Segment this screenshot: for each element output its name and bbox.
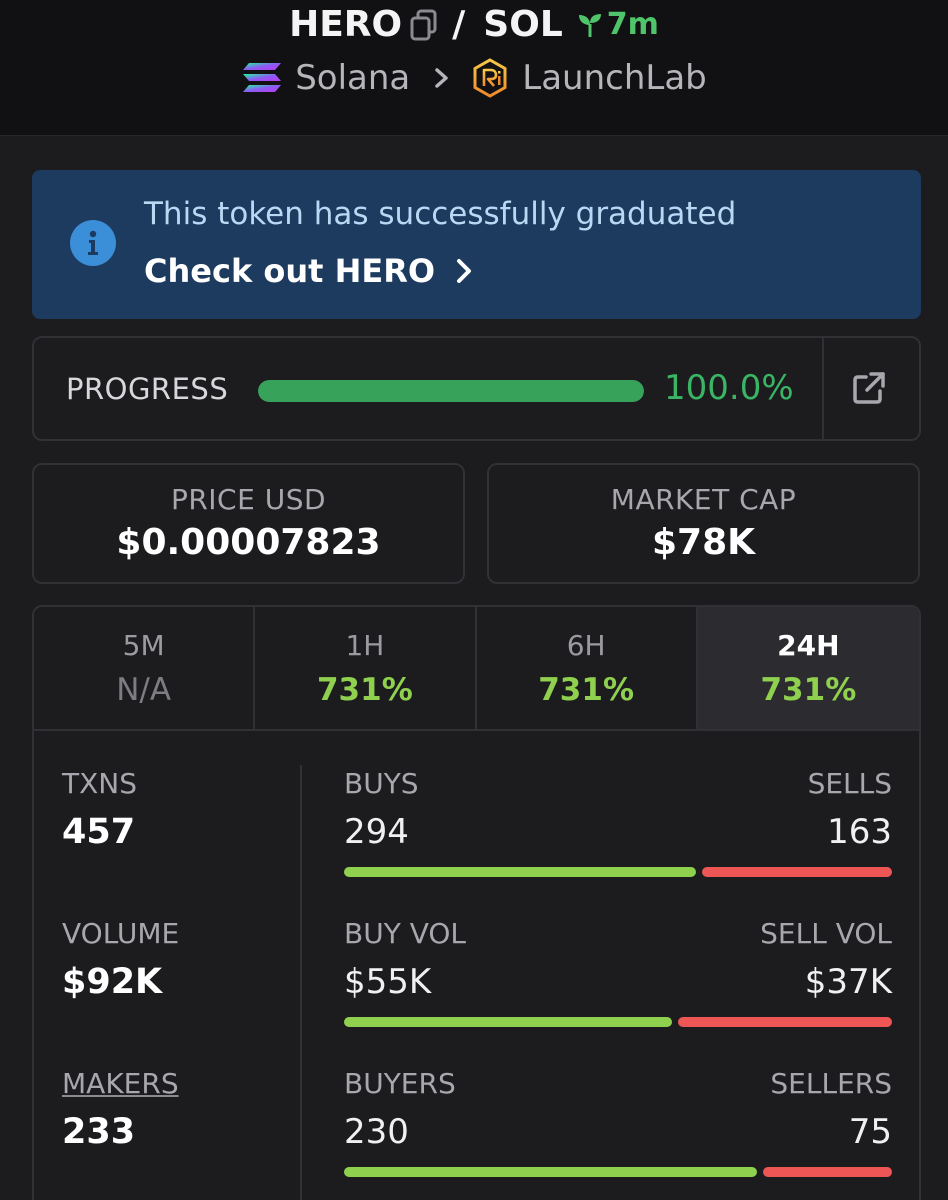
pair-age: 7m bbox=[577, 7, 659, 42]
tab-change: 731% bbox=[760, 672, 857, 708]
tab-change: N/A bbox=[116, 672, 172, 708]
quote-symbol: SOL bbox=[483, 4, 563, 45]
sell-vol-value: $37K bbox=[804, 962, 892, 1002]
split-column: BUYS 294 SELLS 163 BUY VOL $55K SELL VOL… bbox=[344, 767, 892, 1200]
timeframe-tabs: 5M N/A 1H 731% 6H 731% 24H 731% bbox=[34, 607, 919, 731]
sells-bar-segment bbox=[702, 867, 892, 877]
buys-value: 294 bbox=[344, 812, 409, 852]
volume-split-row: BUY VOL $55K SELL VOL $37K bbox=[344, 917, 892, 1067]
totals-column: TXNS 457 VOLUME $92K MAKERS 233 bbox=[62, 767, 302, 1200]
launchlab-icon bbox=[472, 58, 508, 98]
graduated-banner[interactable]: This token has successfully graduated Ch… bbox=[32, 170, 921, 319]
banner-cta-label: Check out HERO bbox=[144, 252, 436, 290]
buys-sells-bar bbox=[344, 867, 892, 877]
progress-fill bbox=[258, 380, 644, 402]
tab-change: 731% bbox=[316, 672, 413, 708]
sprout-icon bbox=[578, 13, 601, 37]
volume-label: VOLUME bbox=[62, 917, 180, 950]
tab-label: 24H bbox=[777, 629, 840, 662]
sellers-label: SELLERS bbox=[770, 1067, 892, 1100]
progress-label: PROGRESS bbox=[66, 372, 229, 406]
sells-value: 163 bbox=[827, 812, 892, 852]
makers-stat: MAKERS 233 bbox=[62, 1067, 302, 1200]
progress-divider bbox=[822, 338, 824, 439]
volume-stat: VOLUME $92K bbox=[62, 917, 302, 1067]
buy-vol-value: $55K bbox=[344, 962, 432, 1002]
makers-value: 233 bbox=[62, 1112, 136, 1152]
column-divider bbox=[300, 765, 302, 1200]
pair-age-value: 7m bbox=[606, 7, 659, 42]
buys-bar-segment bbox=[344, 867, 697, 877]
buyers-label: BUYERS bbox=[344, 1067, 456, 1100]
sellers-bar-segment bbox=[763, 1167, 892, 1177]
tab-label: 5M bbox=[122, 629, 165, 662]
external-link-icon[interactable] bbox=[852, 371, 886, 405]
pair-title: HERO / SOL 7m bbox=[0, 4, 948, 45]
info-icon bbox=[70, 220, 116, 266]
market-cap-label: MARKET CAP bbox=[610, 483, 797, 516]
buy-vol-label: BUY VOL bbox=[344, 917, 467, 950]
pair-separator: / bbox=[452, 4, 466, 45]
market-cap-card: MARKET CAP $78K bbox=[487, 463, 920, 584]
buyers-sellers-row: BUYERS 230 SELLERS 75 bbox=[344, 1067, 892, 1200]
chevron-right-icon bbox=[434, 67, 450, 89]
price-usd-label: PRICE USD bbox=[170, 483, 327, 516]
txns-label: TXNS bbox=[62, 767, 138, 800]
sell-vol-bar-segment bbox=[677, 1017, 892, 1027]
progress-percent: 100.0% bbox=[664, 368, 794, 408]
sell-vol-label: SELL VOL bbox=[760, 917, 892, 950]
chevron-right-icon bbox=[457, 259, 472, 283]
chain-name[interactable]: Solana bbox=[295, 58, 410, 98]
tab-label: 1H bbox=[345, 629, 385, 662]
buys-sells-row: BUYS 294 SELLS 163 bbox=[344, 767, 892, 917]
copy-icon[interactable] bbox=[410, 9, 438, 41]
pair-breadcrumb: Solana LaunchLab bbox=[0, 58, 948, 98]
progress-track bbox=[258, 380, 644, 402]
txns-stat: TXNS 457 bbox=[62, 767, 302, 917]
price-usd-card: PRICE USD $0.00007823 bbox=[32, 463, 465, 584]
txns-value: 457 bbox=[62, 812, 136, 852]
volume-split-bar bbox=[344, 1017, 892, 1027]
check-out-token-link[interactable]: Check out HERO bbox=[144, 252, 473, 290]
buyers-value: 230 bbox=[344, 1112, 409, 1152]
market-cap-value: $78K bbox=[651, 522, 756, 563]
bonding-progress: PROGRESS 100.0% bbox=[32, 336, 921, 441]
tab-label: 6H bbox=[566, 629, 606, 662]
buy-vol-bar-segment bbox=[344, 1017, 672, 1027]
sellers-value: 75 bbox=[848, 1112, 892, 1152]
pair-header: HERO / SOL 7m Solana LaunchLab bbox=[0, 0, 948, 136]
trading-stats: 5M N/A 1H 731% 6H 731% 24H 731% TXNS 457… bbox=[32, 605, 921, 1200]
tab-24h[interactable]: 24H 731% bbox=[697, 607, 919, 729]
makers-label[interactable]: MAKERS bbox=[62, 1067, 302, 1100]
price-usd-value: $0.00007823 bbox=[116, 522, 381, 563]
buys-label: BUYS bbox=[344, 767, 419, 800]
volume-value: $92K bbox=[62, 962, 163, 1002]
buyers-sellers-bar bbox=[344, 1167, 892, 1177]
buyers-bar-segment bbox=[344, 1167, 758, 1177]
tab-1h[interactable]: 1H 731% bbox=[255, 607, 477, 729]
tab-change: 731% bbox=[538, 672, 635, 708]
dex-name[interactable]: LaunchLab bbox=[522, 58, 706, 98]
token-symbol: HERO bbox=[289, 4, 403, 45]
sells-label: SELLS bbox=[807, 767, 892, 800]
banner-message: This token has successfully graduated bbox=[144, 196, 737, 232]
solana-icon bbox=[241, 61, 283, 95]
tab-5m[interactable]: 5M N/A bbox=[34, 607, 256, 729]
tab-6h[interactable]: 6H 731% bbox=[477, 607, 698, 729]
